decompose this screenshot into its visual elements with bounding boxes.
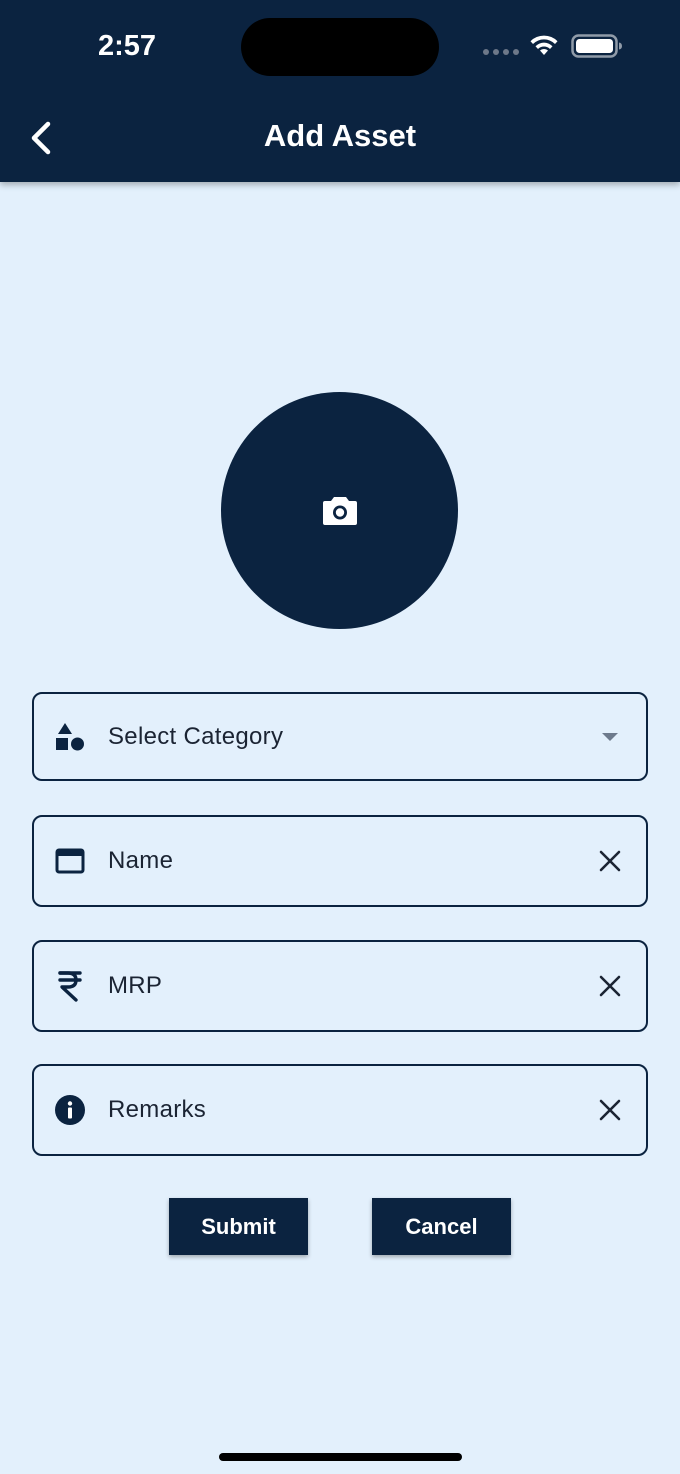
category-dropdown[interactable]: Select Category	[32, 692, 648, 781]
cancel-button[interactable]: Cancel	[372, 1198, 511, 1255]
home-indicator[interactable]	[219, 1453, 462, 1461]
info-icon	[54, 1094, 86, 1126]
web-asset-icon	[54, 845, 86, 877]
clear-mrp-icon[interactable]	[592, 968, 628, 1004]
app-bar: 2:57 Add Asset	[0, 0, 680, 182]
asset-photo-picker[interactable]	[221, 392, 458, 629]
name-field[interactable]	[32, 815, 648, 907]
clear-remarks-icon[interactable]	[592, 1092, 628, 1128]
cellular-signal-icon	[483, 49, 519, 57]
clear-name-icon[interactable]	[592, 843, 628, 879]
dynamic-island	[241, 18, 439, 76]
wifi-icon	[530, 35, 558, 55]
mrp-field[interactable]	[32, 940, 648, 1032]
status-time: 2:57	[98, 30, 157, 62]
battery-icon	[571, 34, 622, 58]
page-title: Add Asset	[263, 118, 417, 153]
dropdown-arrow-icon[interactable]	[592, 719, 628, 755]
remarks-field[interactable]	[32, 1064, 648, 1156]
category-shapes-icon	[54, 721, 86, 753]
remarks-input[interactable]	[108, 1096, 568, 1124]
camera-icon	[322, 496, 357, 525]
name-input[interactable]	[108, 847, 568, 875]
submit-button[interactable]: Submit	[169, 1198, 308, 1255]
category-placeholder: Select Category	[108, 722, 284, 750]
rupee-icon	[54, 970, 86, 1002]
mrp-input[interactable]	[108, 972, 568, 1000]
